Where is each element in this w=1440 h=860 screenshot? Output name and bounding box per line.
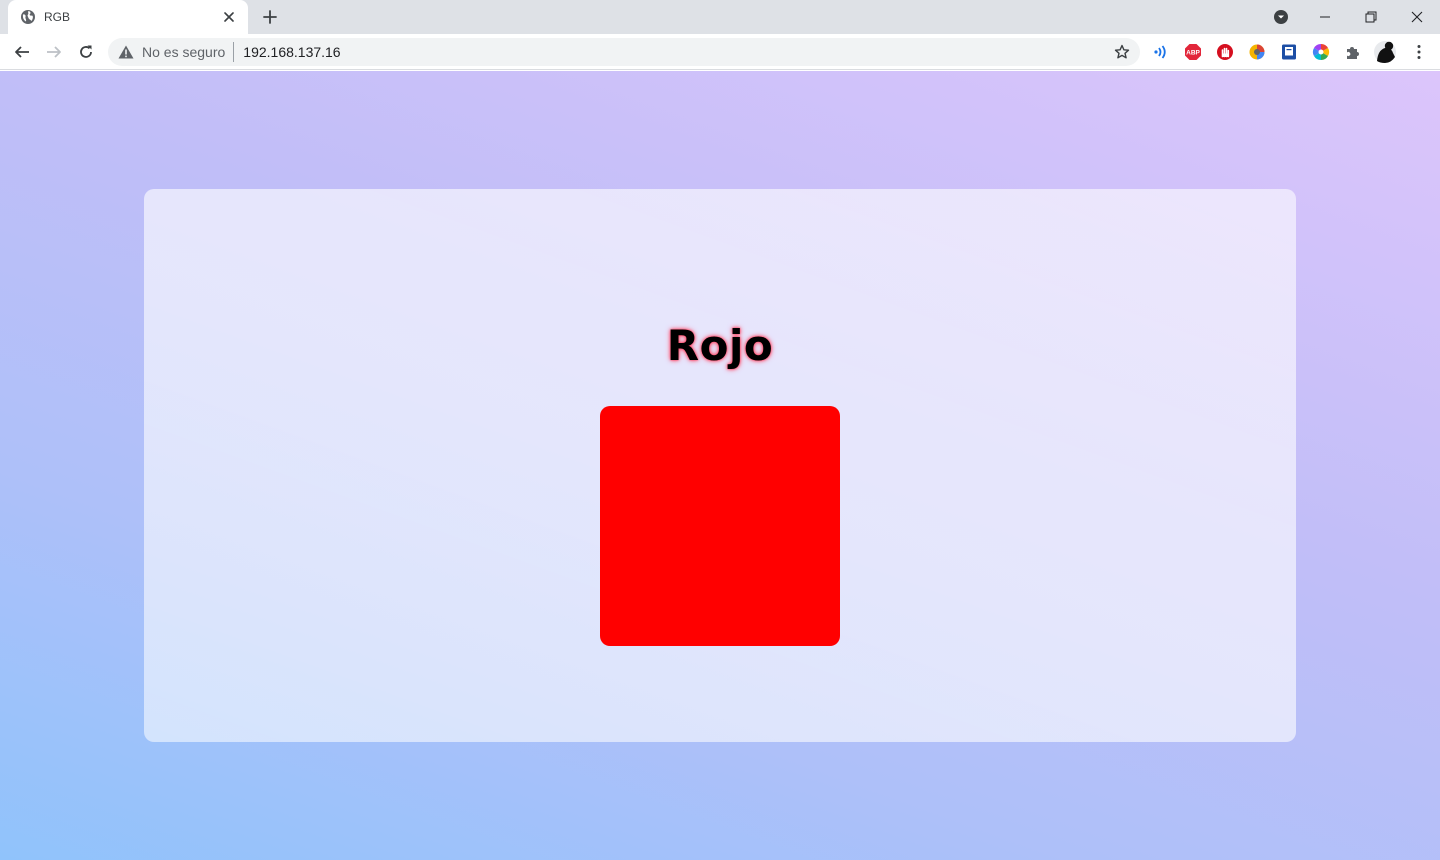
security-label: No es seguro (142, 44, 226, 60)
page-viewport: Rojo (0, 71, 1440, 860)
color-wheel-extension-icon[interactable] (1310, 41, 1332, 63)
profile-avatar[interactable] (1374, 41, 1396, 63)
plus-icon[interactable] (258, 5, 282, 29)
back-arrow-icon[interactable] (8, 38, 36, 66)
warning-icon (118, 45, 134, 59)
reload-icon[interactable] (72, 38, 100, 66)
address-bar[interactable]: No es seguro 192.168.137.16 (108, 38, 1140, 66)
tab-strip: RGB (0, 0, 1440, 34)
adblock-plus-icon[interactable]: ABP (1182, 41, 1204, 63)
browser-toolbar: No es seguro 192.168.137.16 ABP (0, 34, 1440, 70)
puzzle-extensions-icon[interactable] (1342, 41, 1364, 63)
close-icon[interactable] (220, 8, 238, 26)
restore-icon[interactable] (1348, 0, 1394, 34)
url-text[interactable]: 192.168.137.16 (243, 44, 340, 60)
read-aloud-extension-icon[interactable] (1150, 41, 1172, 63)
color-card: Rojo (144, 189, 1296, 742)
color-name-heading: Rojo (666, 321, 774, 370)
kebab-menu-icon[interactable] (1408, 41, 1430, 63)
tab-title: RGB (44, 10, 71, 24)
svg-text:ABP: ABP (1186, 50, 1200, 57)
window-close-icon[interactable] (1394, 0, 1440, 34)
star-icon[interactable] (1112, 42, 1132, 62)
minimize-icon[interactable] (1302, 0, 1348, 34)
tab-rgb[interactable]: RGB (8, 0, 248, 34)
forward-arrow-icon[interactable] (40, 38, 68, 66)
color-swatch (600, 406, 840, 646)
tab-search-icon[interactable] (1258, 0, 1304, 34)
color-picker-extension-icon[interactable] (1246, 41, 1268, 63)
stop-hand-extension-icon[interactable] (1214, 41, 1236, 63)
book-extension-icon[interactable] (1278, 41, 1300, 63)
globe-icon (20, 9, 36, 25)
security-chip[interactable]: No es seguro (118, 42, 235, 62)
